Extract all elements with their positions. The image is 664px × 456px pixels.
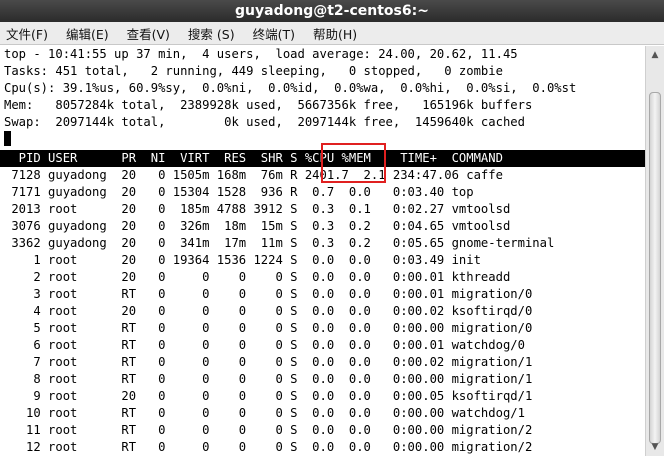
top-tasks-line: Tasks: 451 total, 2 running, 449 sleepin…: [4, 64, 503, 78]
table-row: 7128 guyadong 20 0 1505m 168m 76m R 2401…: [4, 168, 503, 182]
table-row: 2013 root 20 0 185m 4788 3912 S 0.3 0.1 …: [4, 202, 511, 216]
menu-edit[interactable]: 编辑(E): [66, 24, 109, 43]
menu-file[interactable]: 文件(F): [6, 24, 48, 43]
menu-search[interactable]: 搜索 (S): [188, 24, 235, 43]
table-row: 7171 guyadong 20 0 15304 1528 936 R 0.7 …: [4, 185, 474, 199]
process-table-header-text: PID USER PR NI VIRT RES SHR S %CPU %MEM …: [4, 151, 503, 165]
window-title: guyadong@t2-centos6:~: [235, 3, 429, 19]
top-mem-line: Mem: 8057284k total, 2389928k used, 5667…: [4, 98, 533, 112]
vertical-scrollbar[interactable]: ▲ ▼: [645, 46, 664, 456]
terminal-cursor-line: [4, 131, 11, 148]
table-row: 11 root RT 0 0 0 0 S 0.0 0.0 0:00.00 mig…: [4, 423, 533, 437]
top-uptime-line: top - 10:41:55 up 37 min, 4 users, load …: [4, 47, 518, 61]
top-cpu-line: Cpu(s): 39.1%us, 60.9%sy, 0.0%ni, 0.0%id…: [4, 81, 577, 95]
menu-view[interactable]: 查看(V): [127, 24, 170, 43]
top-swap-line: Swap: 2097144k total, 0k used, 2097144k …: [4, 115, 525, 129]
menu-help[interactable]: 帮助(H): [313, 24, 357, 43]
terminal-area[interactable]: top - 10:41:55 up 37 min, 4 users, load …: [0, 46, 645, 456]
table-row: 10 root RT 0 0 0 0 S 0.0 0.0 0:00.00 wat…: [4, 406, 525, 420]
table-row: 3076 guyadong 20 0 326m 18m 15m S 0.3 0.…: [4, 219, 511, 233]
menu-bar: 文件(F) 编辑(E) 查看(V) 搜索 (S) 终端(T) 帮助(H): [0, 22, 664, 45]
text-cursor: [4, 131, 11, 146]
scrollbar-thumb[interactable]: [649, 92, 661, 444]
menu-terminal[interactable]: 终端(T): [253, 24, 295, 43]
table-row: 7 root RT 0 0 0 0 S 0.0 0.0 0:00.02 migr…: [4, 355, 533, 369]
table-row: 2 root 20 0 0 0 0 S 0.0 0.0 0:00.01 kthr…: [4, 270, 511, 284]
table-row: 1 root 20 0 19364 1536 1224 S 0.0 0.0 0:…: [4, 253, 481, 267]
table-row: 5 root RT 0 0 0 0 S 0.0 0.0 0:00.00 migr…: [4, 321, 533, 335]
table-row: 9 root 20 0 0 0 0 S 0.0 0.0 0:00.05 ksof…: [4, 389, 533, 403]
process-table-header: PID USER PR NI VIRT RES SHR S %CPU %MEM …: [0, 150, 645, 167]
table-row: 6 root RT 0 0 0 0 S 0.0 0.0 0:00.01 watc…: [4, 338, 525, 352]
table-row: 4 root 20 0 0 0 0 S 0.0 0.0 0:00.02 ksof…: [4, 304, 533, 318]
table-row: 3362 guyadong 20 0 341m 17m 11m S 0.3 0.…: [4, 236, 555, 250]
scroll-up-arrow-icon[interactable]: ▲: [648, 48, 662, 62]
table-row: 3 root RT 0 0 0 0 S 0.0 0.0 0:00.01 migr…: [4, 287, 533, 301]
scroll-down-arrow-icon[interactable]: ▼: [648, 440, 662, 454]
table-row: 8 root RT 0 0 0 0 S 0.0 0.0 0:00.00 migr…: [4, 372, 533, 386]
window-titlebar[interactable]: guyadong@t2-centos6:~: [0, 0, 664, 23]
table-row: 12 root RT 0 0 0 0 S 0.0 0.0 0:00.00 mig…: [4, 440, 533, 454]
